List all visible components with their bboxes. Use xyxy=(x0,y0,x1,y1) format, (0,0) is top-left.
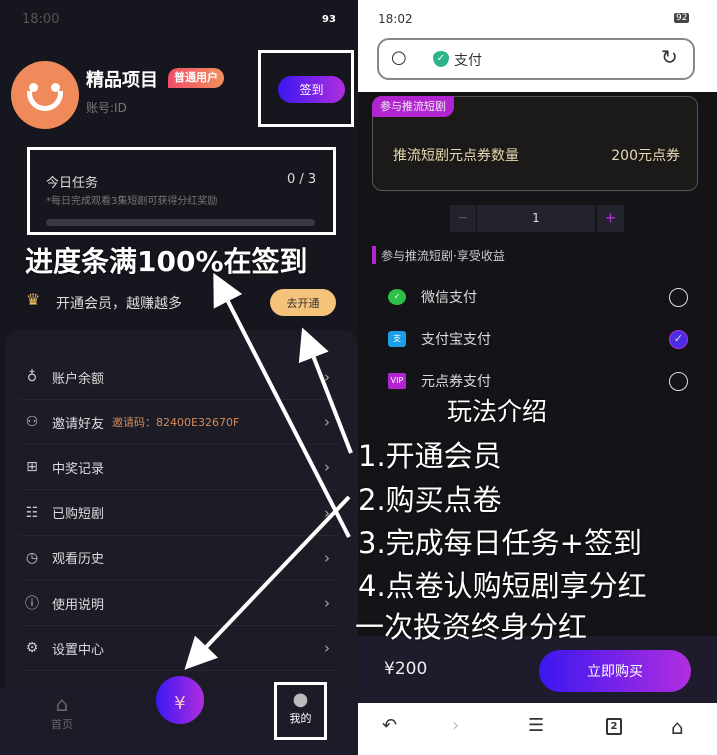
guide-step: 1.开通会员 xyxy=(358,439,502,473)
guide-step: 3.完成每日任务+签到 xyxy=(358,526,642,560)
arrow-to-membership-button xyxy=(298,327,353,454)
guide-step: 2.购买点卷 xyxy=(358,483,502,517)
progress-note: 进度条满100%在签到 xyxy=(25,245,308,278)
guide-step: 4.点卷认购短剧享分红 xyxy=(358,569,647,603)
arrow-to-progress-note xyxy=(213,272,351,538)
arrow-to-center-button xyxy=(184,495,351,670)
guide-step: 一次投资终身分红 xyxy=(355,610,588,644)
guide-title: 玩法介绍 xyxy=(447,397,548,426)
